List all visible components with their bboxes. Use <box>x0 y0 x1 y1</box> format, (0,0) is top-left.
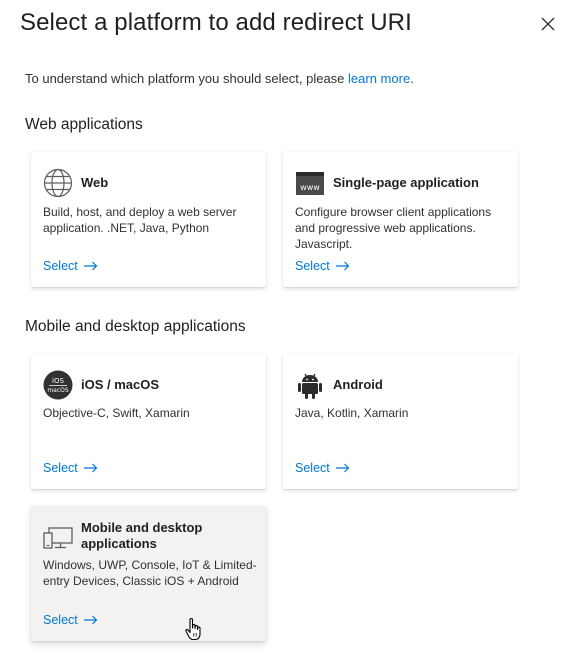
svg-text:www: www <box>300 183 320 192</box>
select-link[interactable]: Select <box>43 259 98 273</box>
section-web-applications: Web applications <box>25 116 143 133</box>
intro-text: To understand which platform you should … <box>25 71 414 86</box>
section-mobile-and-desktop-applications: Mobile and desktop applications <box>25 318 246 335</box>
select-link[interactable]: Select <box>295 461 350 475</box>
card-title: Android <box>333 377 383 392</box>
card-title: iOS / macOS <box>81 377 160 392</box>
card-description: Windows, UWP, Console, IoT & Limited-ent… <box>43 558 257 588</box>
card-description: Configure browser client applications an… <box>295 205 492 251</box>
arrow-right-icon <box>335 463 350 473</box>
platform-card-mobile-and-desktop[interactable]: Mobile and desktop applications Windows,… <box>31 506 266 641</box>
select-link[interactable]: Select <box>43 613 98 627</box>
learn-more-link[interactable]: learn more <box>348 71 410 86</box>
card-description: Java, Kotlin, Xamarin <box>295 406 409 420</box>
platform-card-android[interactable]: Android Java, Kotlin, Xamarin Select <box>283 354 518 489</box>
browser-www-icon: www <box>296 172 324 195</box>
desktop-mobile-icon <box>43 527 73 549</box>
select-link[interactable]: Select <box>43 461 98 475</box>
android-icon <box>298 373 322 399</box>
globe-icon <box>43 168 73 198</box>
arrow-right-icon <box>335 261 350 271</box>
platform-card-single-page-application[interactable]: www Single-page application Configure br… <box>283 152 518 287</box>
close-icon[interactable] <box>538 14 558 34</box>
panel-title: Select a platform to add redirect URI <box>20 9 412 36</box>
card-description: Build, host, and deploy a web server app… <box>43 205 237 235</box>
svg-text:macOS: macOS <box>47 387 69 394</box>
svg-text:iOS: iOS <box>52 377 64 385</box>
arrow-right-icon <box>83 261 98 271</box>
select-link[interactable]: Select <box>295 259 350 273</box>
hand-cursor-icon <box>185 617 201 641</box>
card-title: Single-page application <box>333 175 479 190</box>
arrow-right-icon <box>83 615 98 625</box>
platform-card-ios-macos[interactable]: iOS macOS iOS / macOS Objective-C, Swift… <box>31 354 266 489</box>
card-title: Web <box>81 175 109 190</box>
platform-card-web[interactable]: Web Build, host, and deploy a web server… <box>31 152 266 287</box>
card-description: Objective-C, Swift, Xamarin <box>43 406 190 420</box>
ios-macos-icon: iOS macOS <box>43 370 73 400</box>
arrow-right-icon <box>83 463 98 473</box>
card-title: Mobile and desktop applications <box>81 520 203 551</box>
